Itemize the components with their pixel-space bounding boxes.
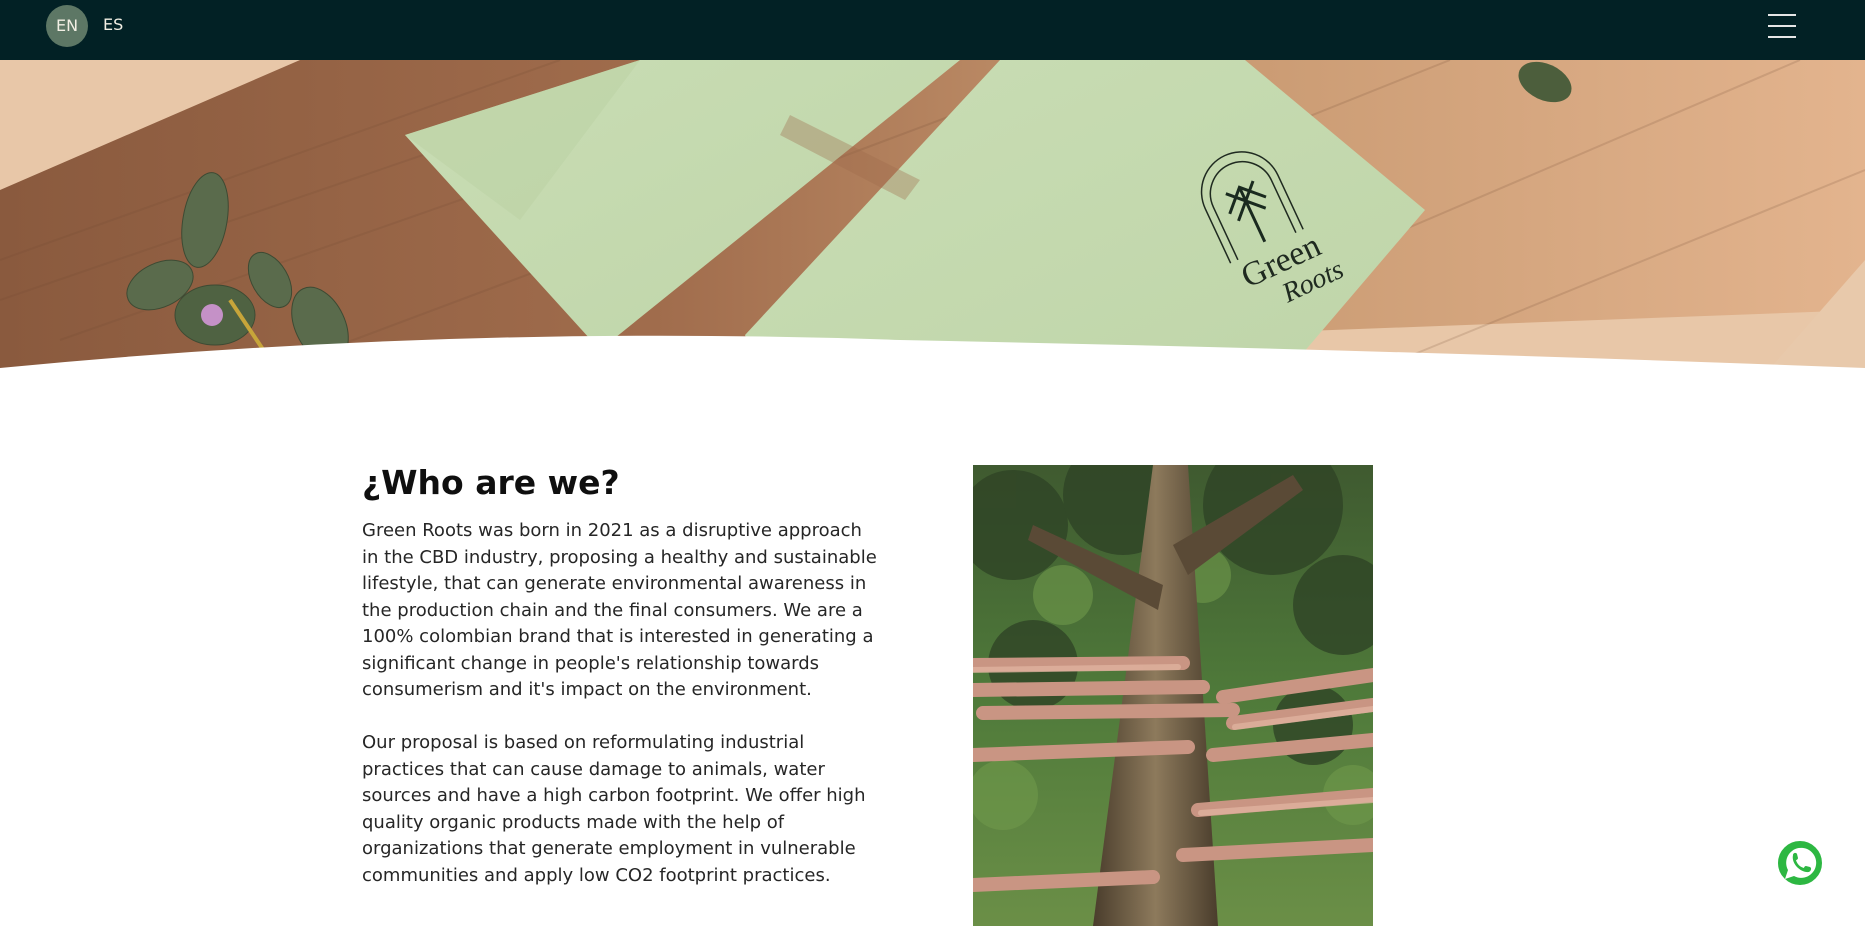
language-en-button[interactable]: EN	[46, 5, 88, 47]
hands-on-tree-photo	[973, 465, 1373, 926]
language-es-button[interactable]: ES	[103, 15, 123, 35]
about-text-block: Green Roots was born in 2021 as a disrup…	[362, 518, 882, 889]
top-navigation-bar: EN ES	[0, 0, 1865, 60]
about-paragraph: Our proposal is based on reformulating i…	[362, 732, 866, 886]
hamburger-menu-icon[interactable]	[1766, 12, 1798, 40]
about-title: ¿Who are we?	[362, 463, 620, 502]
about-paragraph: Green Roots was born in 2021 as a disrup…	[362, 520, 877, 700]
whatsapp-icon[interactable]	[1775, 838, 1825, 888]
hero-image: Green Roots	[0, 60, 1865, 380]
hero-banner: Green Roots	[0, 60, 1865, 380]
